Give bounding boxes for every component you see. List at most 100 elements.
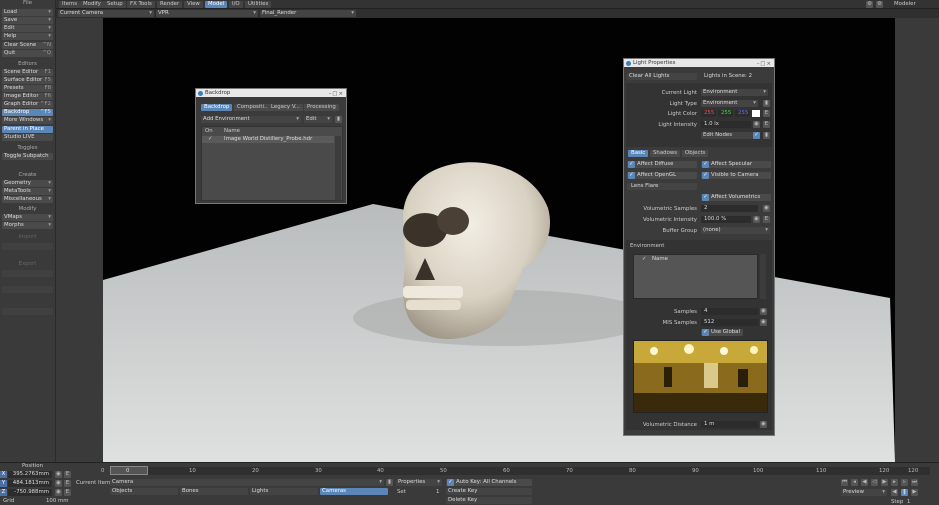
window-buttons[interactable]: –□× xyxy=(757,60,772,68)
envelope-icon[interactable]: E xyxy=(763,121,770,128)
trash-icon[interactable]: ▮ xyxy=(335,116,342,123)
tab-modify[interactable]: Modify xyxy=(80,1,104,8)
light-color-b[interactable]: 255 xyxy=(735,110,750,117)
vmaps-button[interactable]: VMaps ▾ xyxy=(2,214,53,221)
metatools-button[interactable]: MetaTools ▾ xyxy=(2,188,53,195)
copy-icon[interactable]: ▮ xyxy=(763,132,770,139)
tab-render[interactable]: Render xyxy=(157,1,183,8)
affect-specular-toggle[interactable]: ✓ Affect Specular xyxy=(701,161,771,168)
next-frame-icon[interactable]: ▸ xyxy=(891,479,898,486)
render-viewport[interactable] xyxy=(103,18,895,462)
mis-samples-field[interactable]: 512 xyxy=(701,319,758,326)
edit-button[interactable]: Edit ▾ xyxy=(2,25,53,32)
modeler-button[interactable]: Modeler xyxy=(891,1,919,8)
geometry-button[interactable]: Geometry ▾ xyxy=(2,180,53,187)
envelope-icon[interactable]: E xyxy=(64,480,71,487)
envelope-icon[interactable]: E xyxy=(64,471,71,478)
tab-shadows[interactable]: Shadows xyxy=(650,150,681,157)
objects-filter[interactable]: Objects xyxy=(110,488,178,495)
tab-fxtools[interactable]: FX Tools xyxy=(127,1,155,8)
y-position-field[interactable]: 484.1813mm xyxy=(8,480,52,487)
texture-icon[interactable]: ◉ xyxy=(760,319,767,326)
tab-backdrop[interactable]: Backdrop xyxy=(201,104,233,111)
z-position-field[interactable]: -750.988mm xyxy=(8,489,52,496)
go-to-start-icon[interactable]: ⏮ xyxy=(841,479,848,486)
lens-flare-button[interactable]: Lens Flare xyxy=(627,183,697,190)
parent-in-place-button[interactable]: Parent in Place xyxy=(2,126,53,133)
pause-icon[interactable]: ‖ xyxy=(901,489,908,496)
play-icon[interactable]: ▶ xyxy=(911,489,918,496)
light-intensity-field[interactable]: 1.0 lx xyxy=(701,121,751,128)
current-light-select[interactable]: Environment ▾ xyxy=(701,89,768,96)
list-scrollbar[interactable] xyxy=(335,136,341,200)
clear-all-lights-button[interactable]: Clear All Lights xyxy=(627,73,697,80)
load-button[interactable]: Load ▾ xyxy=(2,9,53,16)
row-checkbox[interactable]: ✓ xyxy=(208,136,213,143)
current-item-select[interactable]: Camera ▾ xyxy=(110,479,384,486)
nodes-checkbox[interactable]: ✓ xyxy=(753,132,760,139)
settings-icon[interactable]: ⚙ xyxy=(876,1,883,8)
light-color-r[interactable]: 255 xyxy=(701,110,716,117)
light-color-g[interactable]: 255 xyxy=(718,110,733,117)
toggle-subpatch-button[interactable]: Toggle Subpatch xyxy=(2,153,53,160)
envelope-icon[interactable]: E xyxy=(64,489,71,496)
vol-intensity-field[interactable]: 100.0 % xyxy=(701,216,751,223)
tab-legacy[interactable]: Legacy V... xyxy=(268,104,303,111)
morphs-button[interactable]: Morphs ▾ xyxy=(2,222,53,229)
cameras-filter[interactable]: Cameras xyxy=(320,488,388,495)
tab-utilities[interactable]: Utilities xyxy=(245,1,272,8)
tab-io[interactable]: I/O xyxy=(229,1,243,8)
affect-opengl-toggle[interactable]: ✓ Affect OpenGL xyxy=(627,172,697,179)
timeline-slider[interactable]: 0 xyxy=(110,466,148,475)
visible-to-camera-toggle[interactable]: ✓ Visible to Camera xyxy=(701,172,771,179)
texture-icon[interactable]: ◉ xyxy=(753,121,760,128)
buffer-group-select[interactable]: (none) ▾ xyxy=(701,227,770,234)
prev-key-icon[interactable]: ◂ xyxy=(851,479,858,486)
texture-icon[interactable]: ◉ xyxy=(760,421,767,428)
samples-field[interactable]: 4 xyxy=(701,308,758,315)
tab-processing[interactable]: Processing xyxy=(304,104,339,111)
graph-editor-button[interactable]: Graph Editor ^F2 xyxy=(2,101,53,108)
copy-icon[interactable]: ▮ xyxy=(386,479,393,486)
tab-setup[interactable]: Setup xyxy=(104,1,126,8)
auto-key-toggle[interactable]: ✓ Auto Key: All Channels xyxy=(446,479,532,486)
texture-icon[interactable]: ◉ xyxy=(753,216,760,223)
edit-nodes-button[interactable]: Edit Nodes xyxy=(701,132,758,139)
vol-distance-field[interactable]: 1 m xyxy=(701,421,758,428)
miscellaneous-button[interactable]: Miscellaneous ▾ xyxy=(2,196,53,203)
copy-icon[interactable]: ▮ xyxy=(763,100,770,107)
studio-live-button[interactable]: Studio LIVE xyxy=(2,134,53,141)
texture-icon[interactable]: ◉ xyxy=(55,489,62,496)
backdrop-titlebar[interactable]: Backdrop –□× xyxy=(196,89,346,97)
camera-select[interactable]: Current Camera ▾ xyxy=(58,10,154,17)
light-titlebar[interactable]: Light Properties –□× xyxy=(624,59,774,67)
prev-frame-icon[interactable]: ◀ xyxy=(861,479,868,486)
tab-objects[interactable]: Objects xyxy=(682,150,709,157)
vol-samples-field[interactable]: 2 xyxy=(701,205,758,212)
use-global-toggle[interactable]: ✓ Use Global xyxy=(701,329,743,336)
texture-icon[interactable]: ◉ xyxy=(55,480,62,487)
delete-key-button[interactable]: Delete Key xyxy=(446,497,532,504)
texture-icon[interactable]: ◉ xyxy=(760,308,767,315)
presets-button[interactable]: Presets F8 xyxy=(2,85,53,92)
help-button[interactable]: Help ▾ xyxy=(2,33,53,40)
go-to-end-icon[interactable]: ⏭ xyxy=(911,479,918,486)
tab-items[interactable]: Items xyxy=(59,1,81,8)
properties-button[interactable]: Properties ▾ xyxy=(396,479,442,486)
play-icon[interactable]: ▶ xyxy=(881,479,888,486)
bones-filter[interactable]: Bones xyxy=(180,488,248,495)
gear-icon[interactable]: ⚙ xyxy=(866,1,873,8)
backdrop-button[interactable]: Backdrop ^F5 xyxy=(2,109,53,116)
save-button[interactable]: Save ▾ xyxy=(2,17,53,24)
more-windows-button[interactable]: More Windows ▾ xyxy=(2,117,53,124)
render-preset-select[interactable]: Final_Render ▾ xyxy=(260,10,356,17)
tab-compositing[interactable]: Compositi... xyxy=(234,104,273,111)
tab-model[interactable]: Model xyxy=(205,1,228,8)
window-buttons[interactable]: –□× xyxy=(329,90,344,98)
scene-editor-button[interactable]: Scene Editor F1 xyxy=(2,69,53,76)
list-item[interactable]: ✓ Image World Distillery_Probe.hdr xyxy=(202,136,334,143)
light-type-select[interactable]: Environment ▾ xyxy=(701,100,758,107)
texture-icon[interactable]: ◉ xyxy=(763,205,770,212)
add-environment-select[interactable]: Add Environment ▾ xyxy=(201,116,301,123)
create-key-button[interactable]: Create Key xyxy=(446,488,532,495)
